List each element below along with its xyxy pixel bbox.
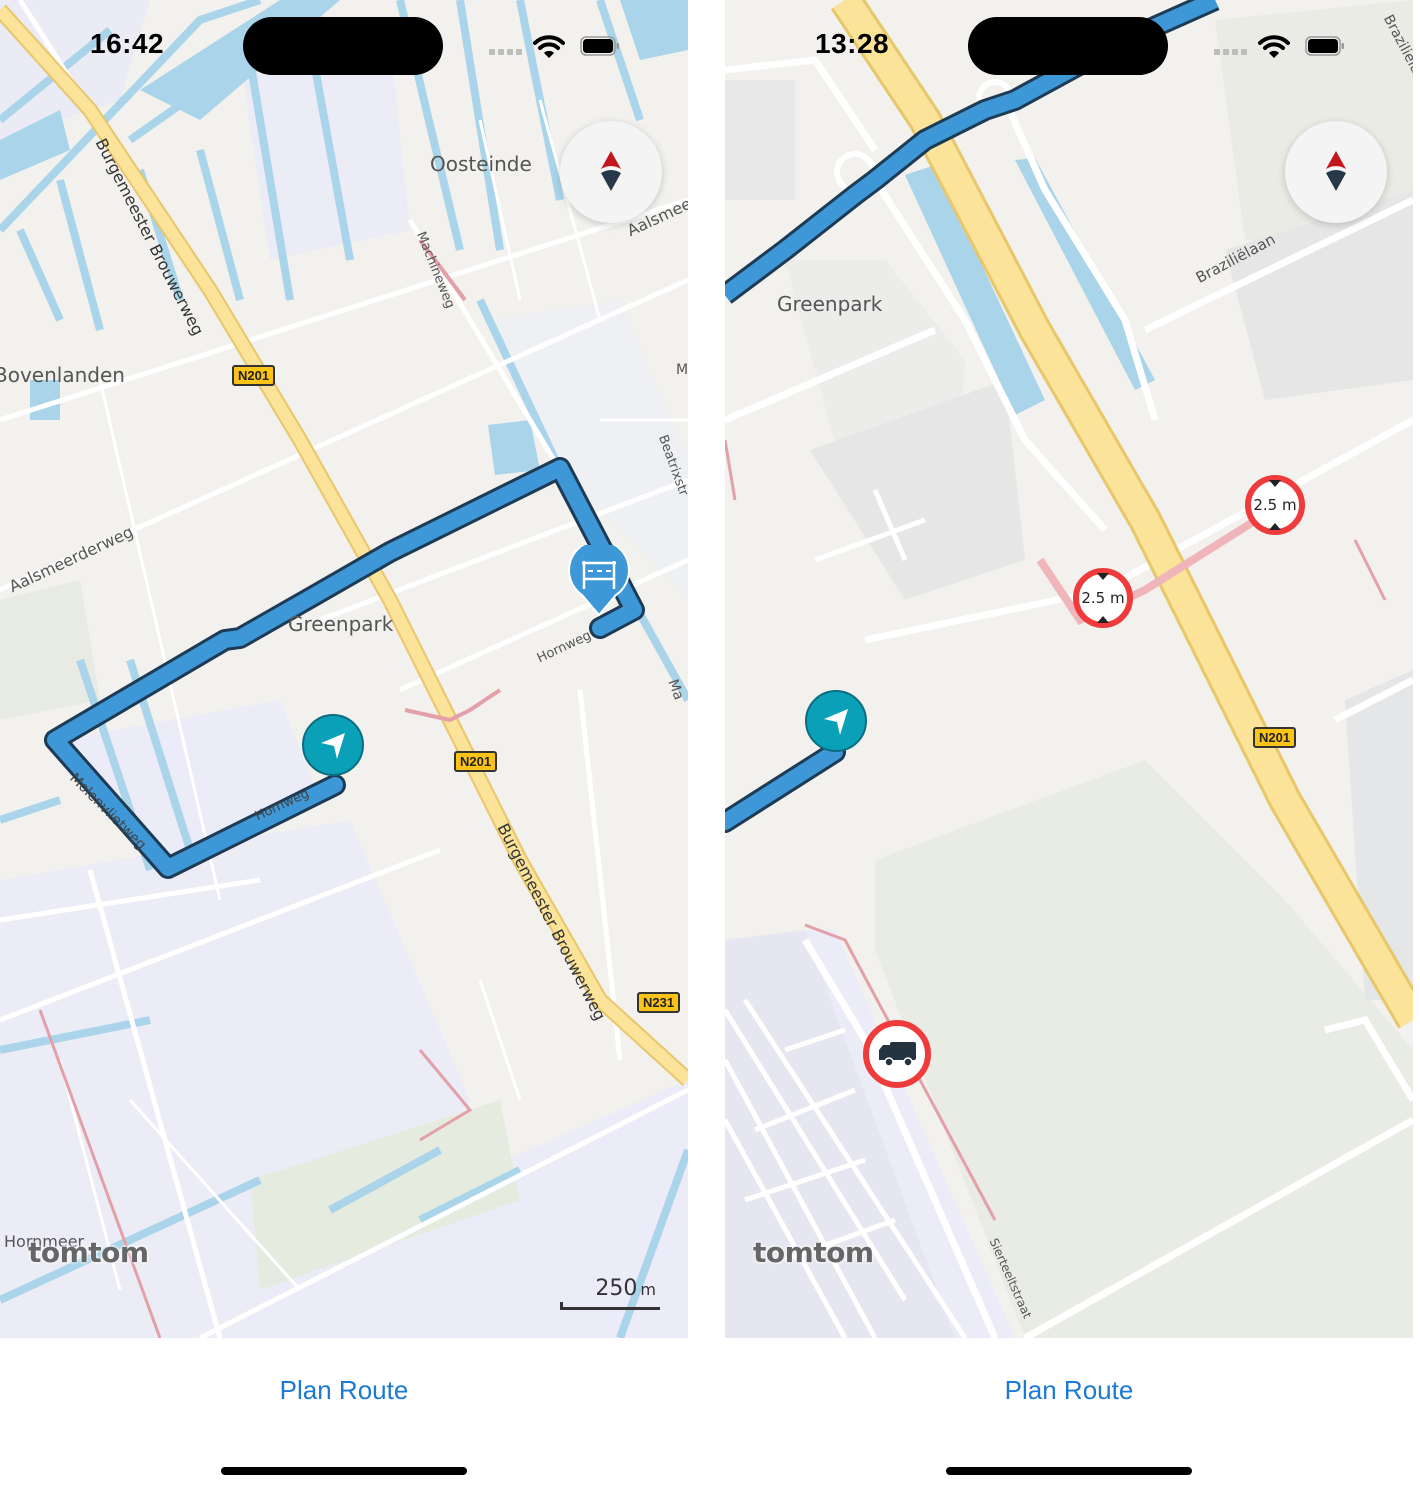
- truck-restriction-sign[interactable]: [863, 1020, 931, 1088]
- compass-button[interactable]: [560, 121, 662, 223]
- height-arrow-top-icon: [1097, 573, 1109, 580]
- height-restriction-sign[interactable]: 2.5 m: [1245, 475, 1305, 535]
- navigation-arrow-icon: [302, 714, 364, 776]
- compass-button[interactable]: [1285, 121, 1387, 223]
- dynamic-island: [243, 17, 443, 75]
- compass-icon: [601, 151, 621, 191]
- finish-flag-icon: [568, 539, 630, 617]
- road-shield-n231: N231: [637, 992, 681, 1013]
- home-indicator[interactable]: [946, 1467, 1192, 1475]
- home-indicator[interactable]: [221, 1467, 467, 1475]
- phone-screen-left: Oosteinde Bovenlanden Greenpark Hornmeer…: [0, 0, 688, 1494]
- height-arrow-bottom-icon: [1097, 616, 1109, 623]
- street-label-m: M: [676, 362, 688, 378]
- plan-route-button[interactable]: Plan Route: [0, 1374, 688, 1407]
- status-time: 13:28: [815, 28, 890, 59]
- battery-icon: [580, 36, 619, 56]
- scale-label: 250 m: [595, 1276, 656, 1301]
- navigation-arrow-icon: [805, 690, 867, 752]
- road-shield-n201: N201: [1253, 727, 1297, 748]
- road-shield-n201: N201: [232, 365, 276, 386]
- current-location-marker[interactable]: [301, 713, 365, 782]
- phone-screen-right: Greenpark Braziliëlaan Braziliëlaa Siert…: [725, 0, 1413, 1494]
- height-restriction-sign[interactable]: 2.5 m: [1073, 568, 1133, 628]
- place-label-oosteinde: Oosteinde: [430, 152, 532, 176]
- cellular-signal-icon: [489, 49, 522, 55]
- truck-icon: [879, 1042, 916, 1067]
- height-arrow-bottom-icon: [1269, 523, 1281, 530]
- place-label-bovenlanden: Bovenlanden: [0, 363, 125, 387]
- place-label-greenpark: Greenpark: [777, 292, 883, 316]
- place-label-greenpark: Greenpark: [288, 612, 394, 636]
- wifi-icon: [1258, 35, 1290, 58]
- dynamic-island: [968, 17, 1168, 75]
- scale-line: [560, 1302, 660, 1310]
- current-location-marker[interactable]: [804, 689, 868, 758]
- wifi-icon: [533, 35, 565, 58]
- plan-route-button[interactable]: Plan Route: [725, 1374, 1413, 1407]
- road-shield-n201: N201: [454, 751, 498, 772]
- tomtom-logo: tomtom: [28, 1236, 149, 1269]
- height-arrow-top-icon: [1269, 480, 1281, 487]
- scale-bar: 250 m: [560, 1276, 660, 1310]
- status-time: 16:42: [90, 28, 165, 59]
- compass-icon: [1326, 151, 1346, 191]
- cellular-signal-icon: [1214, 49, 1247, 55]
- destination-marker[interactable]: [568, 539, 630, 622]
- tomtom-logo: tomtom: [753, 1236, 874, 1269]
- battery-icon: [1305, 36, 1344, 56]
